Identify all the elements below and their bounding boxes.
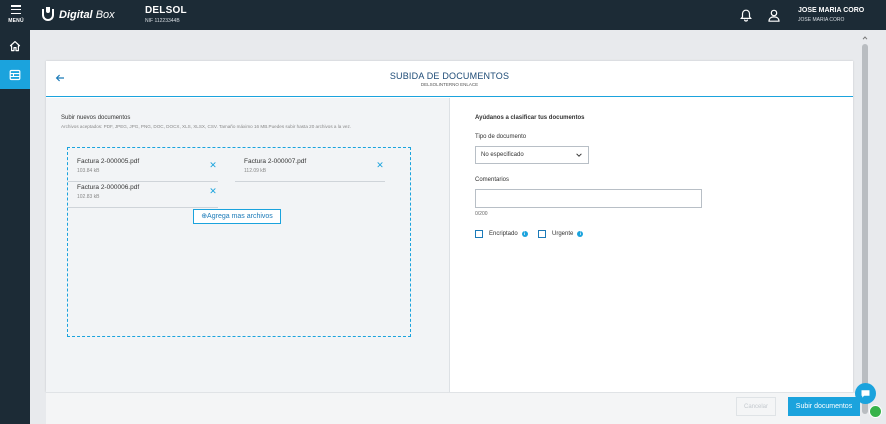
file-size: 103.84 kB: [77, 168, 100, 174]
doc-type-select[interactable]: No especificado: [475, 146, 589, 164]
file-size: 112.09 kB: [244, 168, 267, 174]
upload-title: Subir nuevos documentos: [61, 115, 131, 121]
upload-hint: Archivos aceptados: PDF, JPEG, JPG, PNG,…: [61, 124, 352, 129]
scroll-thumb[interactable]: [862, 44, 868, 414]
bell-icon[interactable]: [740, 9, 752, 22]
file-name: Factura 2-000005.pdf: [77, 158, 140, 165]
page-scrollbar[interactable]: [861, 34, 869, 424]
encrypted-label: Encriptado: [489, 231, 518, 237]
drop-zone[interactable]: Factura 2-000005.pdf 103.84 kB ✕ Factura…: [67, 147, 411, 337]
card-header: SUBIDA DE DOCUMENTOS DELSOLINTERNO ENLAC…: [46, 61, 853, 97]
encrypted-checkbox[interactable]: Encriptado i: [475, 230, 528, 238]
user-subname: JOSE MARIA CORO: [798, 17, 845, 23]
remove-file-icon[interactable]: ✕: [208, 187, 218, 196]
file-item: Factura 2-000007.pdf 112.09 kB ✕: [235, 156, 385, 182]
checkbox-box[interactable]: [475, 230, 483, 238]
rail-item-home[interactable]: [0, 31, 30, 60]
comments-counter: 0/200: [475, 211, 488, 217]
rail-item-documents[interactable]: [0, 60, 30, 89]
cancel-button[interactable]: Cancelar: [736, 397, 776, 416]
file-size: 102.83 kB: [77, 194, 100, 200]
upload-card: SUBIDA DE DOCUMENTOS DELSOLINTERNO ENLAC…: [46, 61, 853, 392]
doc-type-label: Tipo de documento: [475, 134, 527, 140]
action-bar: Cancelar Subir documentos: [46, 392, 860, 424]
info-icon[interactable]: i: [521, 231, 528, 237]
logo-brand: Digital: [59, 9, 93, 21]
classify-title: Ayúdanos a clasificar tus documentos: [475, 115, 585, 121]
menu-label: MENÚ: [8, 18, 24, 24]
hamburger-icon: [11, 5, 21, 15]
info-icon[interactable]: i: [577, 231, 584, 237]
file-name: Factura 2-000006.pdf: [77, 184, 140, 191]
user-info[interactable]: JOSE MARIA CORO JOSE MARIA CORO: [798, 7, 864, 23]
page-title: SUBIDA DE DOCUMENTOS: [389, 71, 510, 81]
documents-icon: [9, 69, 21, 80]
urgent-checkbox[interactable]: Urgente i: [538, 230, 584, 238]
user-name: JOSE MARIA CORO: [798, 7, 865, 14]
side-rail: [0, 30, 30, 424]
user-icon[interactable]: [768, 9, 780, 22]
doc-type-value: No especificado: [481, 152, 524, 158]
online-status-icon: [869, 405, 882, 418]
app-logo[interactable]: Digital Box: [42, 7, 115, 23]
company-name: DELSOL: [145, 5, 187, 16]
comments-label: Comentarios: [475, 177, 510, 183]
add-more-files-button[interactable]: ⊕Agrega mas archivos: [193, 209, 281, 224]
chat-icon: [861, 390, 870, 398]
company-info: DELSOL NIF 11223344B: [145, 5, 187, 24]
file-item: Factura 2-000006.pdf 102.83 kB ✕: [68, 182, 218, 208]
file-item: Factura 2-000005.pdf 103.84 kB ✕: [68, 156, 218, 182]
company-nif: NIF 11223344B: [145, 18, 180, 24]
home-icon: [9, 40, 21, 51]
comments-input[interactable]: [475, 189, 702, 208]
remove-file-icon[interactable]: ✕: [208, 161, 218, 170]
logo-mark-icon: [42, 7, 54, 21]
upload-pane: Subir nuevos documentos Archivos aceptad…: [46, 98, 450, 392]
page-subtitle: DELSOLINTERNO ENLACE: [420, 82, 479, 87]
menu-button[interactable]: MENÚ: [0, 0, 32, 30]
chevron-down-icon: [576, 153, 582, 157]
urgent-label: Urgente: [552, 231, 574, 237]
submit-documents-button[interactable]: Subir documentos: [788, 397, 860, 416]
scroll-up-icon[interactable]: [861, 34, 869, 42]
checkbox-box[interactable]: [538, 230, 546, 238]
top-bar: MENÚ Digital Box DELSOL NIF 11223344B JO…: [0, 0, 886, 30]
chat-button[interactable]: [855, 383, 876, 404]
file-name: Factura 2-000007.pdf: [244, 158, 307, 165]
remove-file-icon[interactable]: ✕: [375, 161, 385, 170]
logo-product: Box: [95, 9, 115, 21]
classify-pane: Ayúdanos a clasificar tus documentos Tip…: [451, 98, 853, 392]
